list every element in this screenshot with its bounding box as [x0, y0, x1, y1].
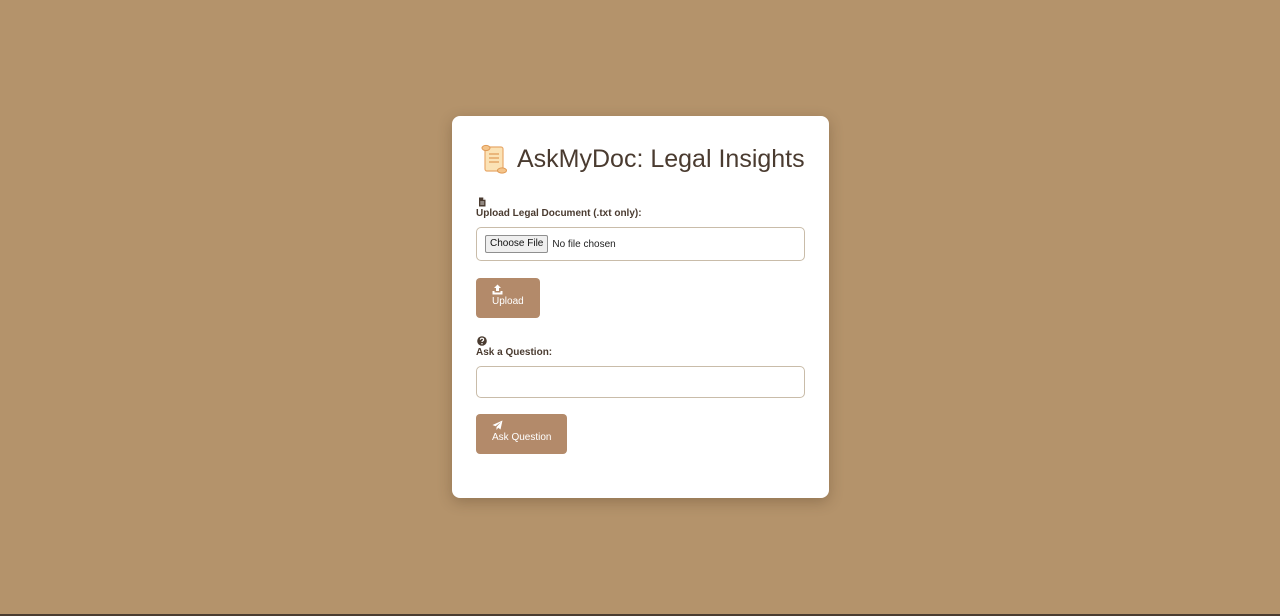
upload-icon [492, 284, 503, 295]
upload-button[interactable]: Upload [476, 278, 540, 318]
paper-plane-icon [492, 420, 503, 430]
question-input[interactable] [476, 366, 805, 398]
ask-question-button-label: Ask Question [492, 432, 552, 443]
file-status-text: No file chosen [552, 238, 616, 250]
upload-button-label: Upload [492, 296, 524, 307]
question-label: Ask a Question: [476, 347, 553, 358]
upload-section: Upload Legal Document (.txt only): Choos… [476, 197, 805, 261]
main-card: AskMyDoc: Legal Insights Upload Legal Do… [452, 116, 829, 498]
file-input[interactable]: Choose File No file chosen [476, 227, 805, 261]
question-section: Ask a Question: [476, 336, 805, 398]
ask-question-button[interactable]: Ask Question [476, 414, 568, 454]
page-title: AskMyDoc: Legal Insights [517, 144, 805, 173]
question-circle-icon [477, 336, 487, 346]
choose-file-button[interactable]: Choose File [485, 235, 549, 253]
upload-label: Upload Legal Document (.txt only): [476, 208, 642, 219]
file-icon [479, 197, 486, 207]
title-row: AskMyDoc: Legal Insights [480, 144, 805, 174]
scroll-icon [481, 144, 507, 174]
